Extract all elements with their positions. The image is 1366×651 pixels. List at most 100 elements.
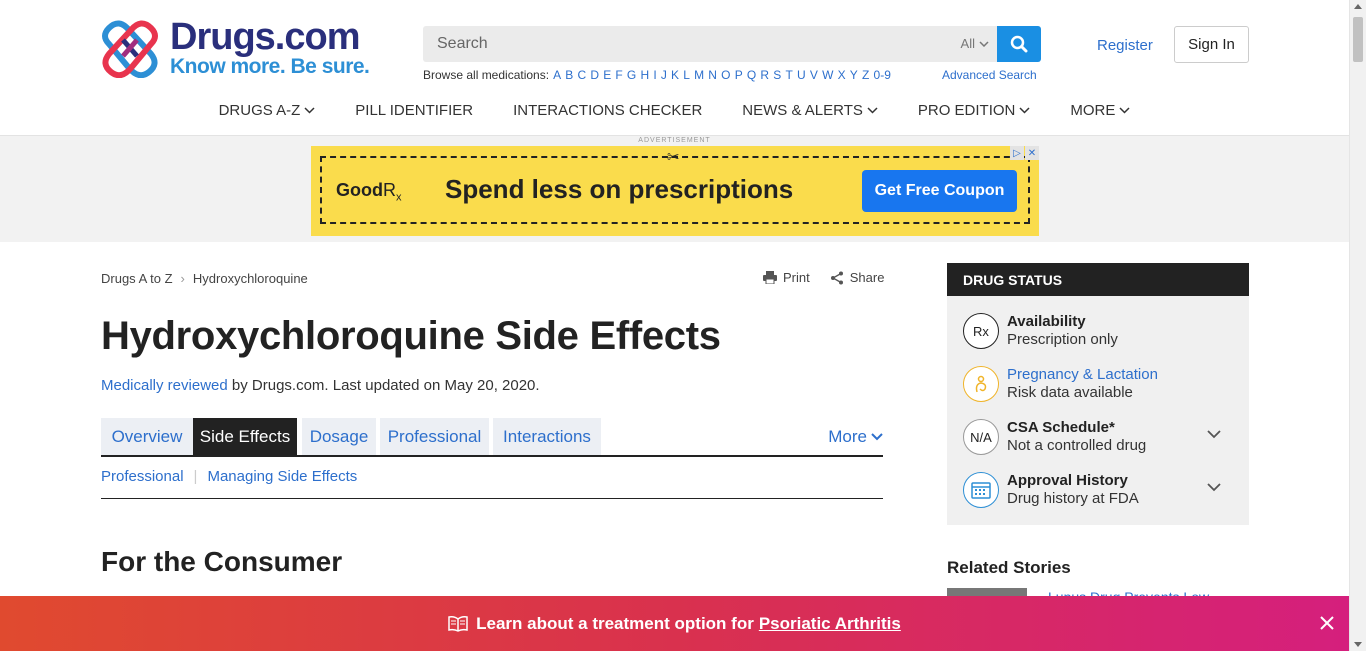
- browse-letter-link[interactable]: N: [708, 68, 717, 82]
- browse-letter-link[interactable]: E: [603, 68, 611, 82]
- print-button[interactable]: Print: [763, 270, 810, 285]
- ad-cta-button[interactable]: Get Free Coupon: [862, 170, 1017, 212]
- rx-icon: Rx: [963, 313, 999, 349]
- browse-letter-link[interactable]: J: [661, 68, 667, 82]
- browse-letter-link[interactable]: G: [627, 68, 636, 82]
- browse-letter-link[interactable]: L: [683, 68, 690, 82]
- tab-item[interactable]: Professional: [380, 418, 489, 455]
- adchoices-icon[interactable]: ▷: [1010, 146, 1024, 160]
- browse-letter-link[interactable]: Y: [850, 68, 858, 82]
- nav-item[interactable]: News & Alerts: [722, 102, 898, 119]
- nav-item[interactable]: Pill Identifier: [335, 102, 493, 119]
- browse-letters: A B C D E F G H I J K L M N O P Q R S T U V W X Y Z 0-9: [553, 68, 895, 82]
- ad-close-icon[interactable]: ✕: [1025, 146, 1039, 160]
- related-stories-title: Related Stories: [947, 558, 1071, 577]
- goodrx-ad[interactable]: ✂ GoodRx Spend less on prescriptions Get…: [311, 146, 1039, 236]
- tab-item[interactable]: Dosage: [302, 418, 376, 455]
- browse-letter-link[interactable]: O: [721, 68, 730, 82]
- browse-letter-link[interactable]: H: [640, 68, 649, 82]
- chevron-down-icon[interactable]: [1207, 430, 1221, 439]
- browse-letter-link[interactable]: X: [838, 68, 846, 82]
- browse-letter-link[interactable]: I: [653, 68, 656, 82]
- browse-letter-link[interactable]: B: [565, 68, 573, 82]
- site-header: Drugs.com Know more. Be sure. All Browse…: [0, 0, 1349, 136]
- scroll-down-icon[interactable]: [1354, 642, 1362, 647]
- na-icon: N/A: [963, 419, 999, 455]
- browse-letter-link[interactable]: V: [810, 68, 818, 82]
- chevron-down-icon[interactable]: [1207, 483, 1221, 492]
- breadcrumb-current[interactable]: Hydroxychloroquine: [193, 271, 308, 286]
- approval-value: Drug history at FDA: [1007, 490, 1139, 507]
- subnav-managing-side-effects[interactable]: Managing Side Effects: [207, 468, 357, 485]
- section-title: For the Consumer: [101, 546, 343, 577]
- review-info: Medically reviewed by Drugs.com. Last up…: [101, 377, 540, 394]
- chevron-down-icon: [304, 107, 315, 114]
- tab-more[interactable]: More: [828, 418, 883, 455]
- share-button[interactable]: Share: [830, 270, 884, 285]
- browse-letter-link[interactable]: Z: [862, 68, 869, 82]
- tab-item[interactable]: Interactions: [493, 418, 601, 455]
- review-date: by Drugs.com. Last updated on May 20, 20…: [227, 377, 540, 394]
- ad-label: ADVERTISEMENT: [638, 137, 711, 144]
- browse-letter-link[interactable]: R: [760, 68, 769, 82]
- page-scrollbar[interactable]: [1349, 0, 1366, 651]
- browse-letter-link[interactable]: K: [671, 68, 679, 82]
- tab-item[interactable]: Side Effects: [193, 418, 297, 455]
- availability-row: Rx Availability Prescription only: [963, 311, 1233, 351]
- pregnancy-link[interactable]: Pregnancy & Lactation: [1007, 366, 1158, 384]
- subnav-professional[interactable]: Professional: [101, 468, 184, 485]
- nav-item[interactable]: Pro Edition: [898, 102, 1051, 119]
- nav-item-label: Pro Edition: [917, 102, 1016, 119]
- ad-choices[interactable]: ▷ ✕: [1009, 146, 1039, 160]
- ad-headline: Spend less on prescriptions: [445, 174, 794, 204]
- search-icon: [1010, 35, 1028, 53]
- browse-letter-link[interactable]: M: [694, 68, 704, 82]
- promo-banner[interactable]: Learn about a treatment option for Psori…: [0, 596, 1349, 651]
- scroll-thumb[interactable]: [1353, 17, 1363, 62]
- logo-tagline: Know more. Be sure.: [170, 55, 370, 78]
- promo-text: Learn about a treatment option for: [476, 613, 754, 633]
- search-input[interactable]: [423, 26, 997, 62]
- browse-letter-link[interactable]: W: [822, 68, 833, 82]
- browse-letter-link[interactable]: A: [553, 68, 561, 82]
- site-logo[interactable]: Drugs.com Know more. Be sure.: [101, 18, 370, 78]
- tab-item[interactable]: Overview: [101, 418, 193, 455]
- register-link[interactable]: Register: [1097, 37, 1153, 54]
- drug-status-panel: DRUG STATUS Rx Availability Prescription…: [947, 263, 1249, 525]
- medically-reviewed-link[interactable]: Medically reviewed: [101, 377, 228, 394]
- browse-letter-link[interactable]: 0-9: [874, 68, 891, 82]
- ad-brand: GoodRx: [336, 180, 402, 204]
- advanced-search-link[interactable]: Advanced Search: [942, 68, 1037, 82]
- breadcrumb-root[interactable]: Drugs A to Z: [101, 271, 173, 286]
- browse-letter-link[interactable]: Q: [747, 68, 756, 82]
- scissors-icon: ✂: [667, 149, 680, 166]
- nav-item-label: More: [1070, 102, 1116, 119]
- sub-nav: Professional | Managing Side Effects: [101, 466, 883, 499]
- browse-letter-link[interactable]: C: [577, 68, 586, 82]
- nav-item[interactable]: Drugs A-Z: [199, 102, 336, 119]
- browse-letter-link[interactable]: U: [797, 68, 806, 82]
- browse-letter-link[interactable]: D: [590, 68, 599, 82]
- subnav-divider: |: [193, 468, 198, 485]
- browse-letter-link[interactable]: F: [615, 68, 622, 82]
- promo-link[interactable]: Psoriatic Arthritis: [759, 614, 901, 634]
- ad-band: ADVERTISEMENT ✂ GoodRx Spend less on pre…: [0, 136, 1349, 242]
- search-button[interactable]: [997, 26, 1041, 62]
- nav-item-label: Interactions Checker: [513, 102, 703, 119]
- close-icon[interactable]: [1317, 613, 1337, 633]
- nav-item[interactable]: More: [1050, 102, 1150, 119]
- browse-letter-link[interactable]: P: [735, 68, 743, 82]
- search-scope-select[interactable]: All: [961, 26, 989, 62]
- drug-tabs: More Overview Side Effects Dosage Professio…: [101, 418, 883, 457]
- pregnancy-row[interactable]: Pregnancy & Lactation Risk data availabl…: [963, 364, 1233, 404]
- sign-in-button[interactable]: Sign In: [1174, 26, 1249, 63]
- tab-more-label: More: [828, 426, 867, 446]
- browse-letter-link[interactable]: S: [773, 68, 781, 82]
- browse-letter-link[interactable]: T: [785, 68, 792, 82]
- printer-icon: [763, 271, 777, 284]
- scroll-up-icon[interactable]: [1354, 4, 1362, 9]
- nav-item[interactable]: Interactions Checker: [493, 102, 722, 119]
- csa-value: Not a controlled drug: [1007, 437, 1147, 454]
- csa-row[interactable]: N/A CSA Schedule* Not a controlled drug: [963, 417, 1233, 457]
- approval-row[interactable]: Approval History Drug history at FDA: [963, 470, 1233, 510]
